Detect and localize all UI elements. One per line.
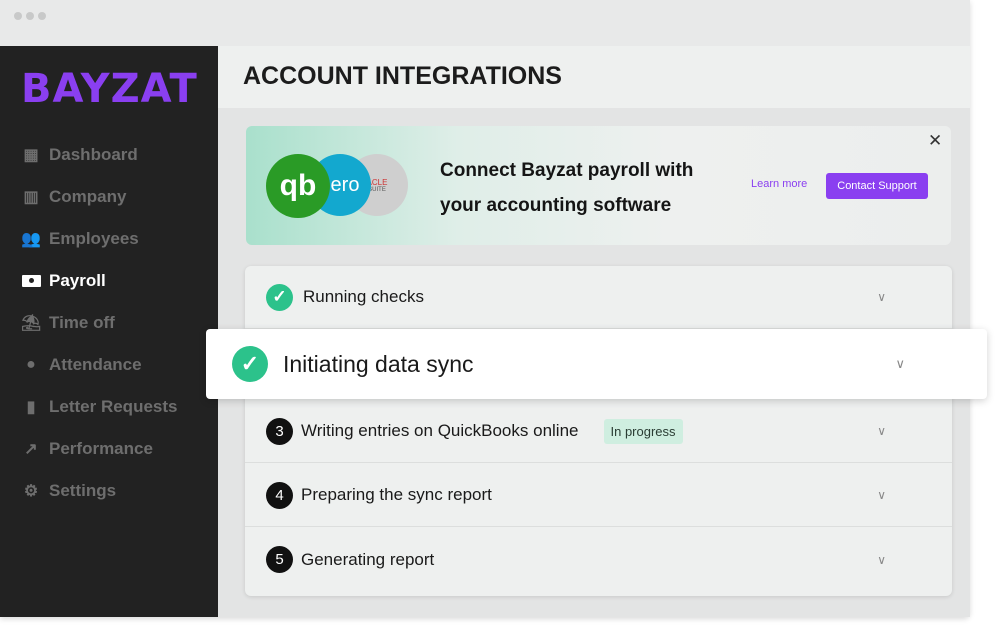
window-dot[interactable] xyxy=(14,12,22,20)
sidebar-item-label: Performance xyxy=(49,439,153,458)
step-row[interactable]: 4 Preparing the sync report ∨ xyxy=(245,464,952,527)
chevron-down-icon[interactable]: ∨ xyxy=(877,424,886,438)
contact-support-button[interactable]: Contact Support xyxy=(826,173,928,199)
window-dot[interactable] xyxy=(26,12,34,20)
step-label: Preparing the sync report xyxy=(301,485,492,504)
sidebar-item-label: Letter Requests xyxy=(49,397,178,416)
sidebar-item-label: Time off xyxy=(49,313,115,332)
sidebar-item-payroll[interactable]: Payroll xyxy=(21,260,177,302)
bayzat-logo: BAYZAT xyxy=(21,66,198,112)
sidebar-item-employees[interactable]: 👥 Employees xyxy=(21,218,177,260)
sidebar-item-label: Dashboard xyxy=(49,145,138,164)
step-row[interactable]: 3 Writing entries on QuickBooks online In … xyxy=(245,400,952,463)
beach-umbrella-icon: ⛱ xyxy=(20,315,42,332)
learn-more-link[interactable]: Learn more xyxy=(751,178,807,190)
step-label: Writing entries on QuickBooks online xyxy=(301,421,579,440)
step-number: 5 xyxy=(266,546,293,573)
step-number: 4 xyxy=(266,481,293,509)
sidebar-item-label: Attendance xyxy=(49,355,142,374)
check-icon: ✓ xyxy=(232,346,268,382)
trend-up-icon: ↗ xyxy=(24,441,38,458)
quickbooks-logo: qb xyxy=(266,154,330,218)
status-badge: In progress xyxy=(603,418,683,444)
window-controls xyxy=(14,12,46,20)
check-icon: ✓ xyxy=(266,283,293,311)
sidebar-item-label: Payroll xyxy=(49,271,106,290)
sidebar-item-performance[interactable]: ↗ Performance xyxy=(21,428,177,470)
step-row[interactable]: ✓ Running checks ∨ xyxy=(245,266,952,329)
sidebar-item-letter-requests[interactable]: ▮ Letter Requests xyxy=(21,386,178,428)
users-icon: 👥 xyxy=(21,231,41,248)
sidebar-item-label: Company xyxy=(49,187,127,206)
money-icon xyxy=(21,272,41,290)
banner-headline: Connect Bayzat payroll with your accounti… xyxy=(440,160,694,216)
step-label: Initiating data sync xyxy=(283,350,474,377)
sidebar-item-label: Settings xyxy=(49,481,117,500)
gear-icon: ⚙ xyxy=(23,483,39,500)
step-row-highlighted[interactable]: ✓ Initiating data sync ∨ xyxy=(206,329,987,399)
document-icon: ▮ xyxy=(26,399,36,416)
chevron-down-icon[interactable]: ∨ xyxy=(877,488,886,502)
building-icon: ▥ xyxy=(23,189,39,206)
location-pin-icon: ● xyxy=(26,356,36,373)
sidebar: BAYZAT ▦ Dashboard ▥ Company 👥 Employees Pa… xyxy=(0,46,218,617)
step-label: Generating report xyxy=(301,549,435,569)
sidebar-item-company[interactable]: ▥ Company xyxy=(21,176,177,218)
chevron-down-icon[interactable]: ∨ xyxy=(895,356,905,372)
step-row[interactable]: 5 Generating report ∨ xyxy=(245,528,952,591)
sidebar-item-time-off[interactable]: ⛱ Time off xyxy=(21,302,177,344)
sync-steps-card: ✓ Running checks ∨ 3 Writing entries on Qui… xyxy=(245,266,952,596)
sidebar-item-attendance[interactable]: ● Attendance xyxy=(21,344,177,386)
sidebar-item-dashboard[interactable]: ▦ Dashboard xyxy=(21,134,177,176)
app-window: BAYZAT ▦ Dashboard ▥ Company 👥 Employees Pa… xyxy=(0,0,970,617)
chevron-down-icon[interactable]: ∨ xyxy=(877,290,886,304)
sidebar-item-settings[interactable]: ⚙ Settings xyxy=(21,470,177,512)
step-label: Running checks xyxy=(303,287,424,306)
integration-banner: ACLE SUITE ero qb Connect Bayzat payroll … xyxy=(246,126,951,245)
window-dot[interactable] xyxy=(38,12,46,20)
sidebar-item-label: Employees xyxy=(49,229,139,248)
chevron-down-icon[interactable]: ∨ xyxy=(877,553,886,567)
page-title: ACCOUNT INTEGRATIONS xyxy=(218,46,970,108)
step-number: 3 xyxy=(266,417,293,445)
sidebar-nav: ▦ Dashboard ▥ Company 👥 Employees Payroll ⛱… xyxy=(21,134,178,512)
close-icon[interactable]: ✕ xyxy=(928,131,942,151)
dashboard-icon: ▦ xyxy=(23,147,39,164)
